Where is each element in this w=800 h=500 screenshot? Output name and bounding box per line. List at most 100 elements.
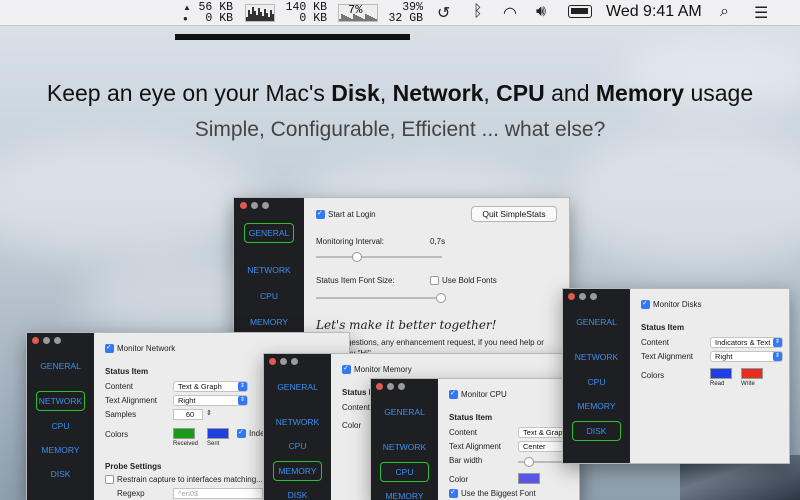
alignment-select[interactable]: Right ⇕	[173, 395, 248, 406]
independent-checkbox[interactable]	[237, 428, 246, 438]
close-button[interactable]	[269, 358, 276, 365]
restrain-checkbox[interactable]	[105, 475, 114, 484]
minimize-button[interactable]	[280, 358, 287, 365]
headline-disk: Disk	[331, 80, 380, 106]
bluetooth-icon[interactable]: ᛒ	[473, 3, 483, 21]
nav-general[interactable]: GENERAL	[371, 407, 438, 417]
nav-memory[interactable]: MEMORY	[273, 461, 322, 481]
content-label: Content	[342, 403, 371, 412]
wifi-icon[interactable]: ◠	[503, 3, 517, 23]
alignment-label: Text Alignment	[105, 396, 158, 405]
regexp-input[interactable]: ^en0$	[173, 488, 263, 499]
close-button[interactable]	[568, 293, 575, 300]
graph-bar	[375, 19, 377, 21]
nav-general[interactable]: GENERAL	[264, 382, 331, 392]
volume-icon[interactable]: 🔊︎	[536, 3, 546, 21]
nav-cpu[interactable]: CPU	[563, 377, 630, 387]
nav-disk[interactable]: DISK	[264, 490, 331, 500]
alignment-select[interactable]: Right ⇕	[710, 351, 783, 362]
monitor-cpu-label: Monitor CPU	[461, 390, 507, 399]
minimize-button[interactable]	[43, 337, 50, 344]
font-size-label: Status Item Font Size:	[316, 276, 395, 285]
read-color-swatch[interactable]	[710, 368, 732, 379]
battery-icon[interactable]	[568, 5, 592, 18]
colors-label: Colors	[105, 430, 129, 439]
nav-memory[interactable]: MEMORY	[563, 401, 630, 411]
close-button[interactable]	[376, 383, 383, 390]
start-at-login-checkbox[interactable]	[316, 209, 325, 219]
quit-button[interactable]: Quit SimpleStats	[471, 206, 557, 222]
content-select[interactable]: Text & Graph ⇕	[173, 381, 248, 392]
list-icon[interactable]: ☰	[754, 3, 768, 23]
zoom-button[interactable]	[54, 337, 61, 344]
alignment-label: Text Alignment	[641, 352, 694, 361]
nav-network[interactable]: NETWORK	[371, 442, 438, 452]
search-icon[interactable]: ⌕	[720, 3, 729, 21]
headline-sep: ,	[483, 80, 497, 106]
samples-field[interactable]: 60	[173, 409, 203, 420]
biggest-font-label: Use the Biggest Font	[461, 489, 536, 498]
status-item-heading: Status Item	[105, 367, 149, 376]
close-button[interactable]	[32, 337, 39, 344]
progress-bar	[175, 34, 425, 40]
disk-write-value: 0 KB	[299, 12, 327, 25]
monitor-memory-checkbox[interactable]	[342, 364, 351, 374]
content-label: Content	[641, 338, 670, 347]
nav-cpu[interactable]: CPU	[27, 421, 94, 431]
write-color-swatch[interactable]	[741, 368, 763, 379]
content-select[interactable]: Indicators & Text ⇕	[710, 337, 783, 348]
cpu-color-swatch[interactable]	[518, 473, 540, 484]
nav-disk[interactable]: DISK	[572, 421, 621, 441]
biggest-font-checkbox[interactable]	[449, 488, 458, 498]
font-size-slider-knob[interactable]	[436, 293, 446, 303]
nav-memory[interactable]: MEMORY	[27, 445, 94, 455]
disk-stats[interactable]: 140 KB 0 KB	[285, 2, 327, 25]
nav-disk[interactable]: DISK	[27, 469, 94, 479]
headline-memory: Memory	[595, 80, 685, 106]
nav-network[interactable]: NETWORK	[234, 265, 304, 275]
font-size-slider[interactable]	[316, 293, 446, 303]
nav-network[interactable]: NETWORK	[36, 391, 85, 411]
close-button[interactable]	[240, 202, 247, 209]
nav-general[interactable]: GENERAL	[27, 361, 94, 371]
disk-window: GENERAL NETWORK CPU MEMORY DISK Monitor …	[562, 288, 790, 464]
zoom-button[interactable]	[262, 202, 269, 209]
bold-fonts-checkbox[interactable]	[430, 276, 439, 285]
nav-cpu[interactable]: CPU	[264, 441, 331, 451]
stepper-icon[interactable]: ⇕	[206, 409, 212, 417]
nav-general[interactable]: GENERAL	[244, 223, 294, 243]
sent-color-swatch[interactable]	[207, 428, 229, 439]
zoom-button[interactable]	[398, 383, 405, 390]
nav-general[interactable]: GENERAL	[563, 317, 630, 327]
minimize-button[interactable]	[251, 202, 258, 209]
monitor-network-checkbox[interactable]	[105, 343, 114, 353]
zoom-button[interactable]	[291, 358, 298, 365]
received-label: Received	[173, 441, 199, 447]
monitor-disks-checkbox[interactable]	[641, 299, 650, 309]
regexp-label: Regexp	[117, 489, 145, 498]
time-machine-icon[interactable]: ↺	[437, 3, 450, 23]
cpu-window: GENERAL NETWORK CPU MEMORY Monitor CPU S…	[370, 378, 580, 500]
minimize-button[interactable]	[387, 383, 394, 390]
alignment-select-value: Right	[715, 352, 733, 361]
headline-network: Network	[392, 80, 484, 106]
memory-stats[interactable]: 39% 32 GB	[385, 2, 423, 25]
received-color-swatch[interactable]	[173, 428, 195, 439]
minimize-button[interactable]	[579, 293, 586, 300]
network-stats[interactable]: 56 KB 0 KB	[193, 2, 233, 25]
clock[interactable]: Wed 9:41 AM	[606, 3, 702, 21]
nav-cpu[interactable]: CPU	[234, 291, 304, 301]
bar-width-slider-knob[interactable]	[524, 457, 534, 467]
nav-memory[interactable]: MEMORY	[234, 317, 304, 327]
headline: Keep an eye on your Mac's Disk, Network,…	[0, 80, 800, 107]
headline-prefix: Keep an eye on your Mac's	[46, 80, 332, 106]
monitor-cpu-checkbox[interactable]	[449, 389, 458, 399]
nav-network[interactable]: NETWORK	[563, 352, 630, 362]
nav-network[interactable]: NETWORK	[264, 417, 331, 427]
nav-memory[interactable]: MEMORY	[371, 491, 438, 500]
nav-cpu[interactable]: CPU	[380, 462, 429, 482]
interval-slider[interactable]	[316, 252, 442, 262]
interval-slider-knob[interactable]	[352, 252, 362, 262]
zoom-button[interactable]	[590, 293, 597, 300]
network-graph[interactable]	[245, 4, 275, 22]
